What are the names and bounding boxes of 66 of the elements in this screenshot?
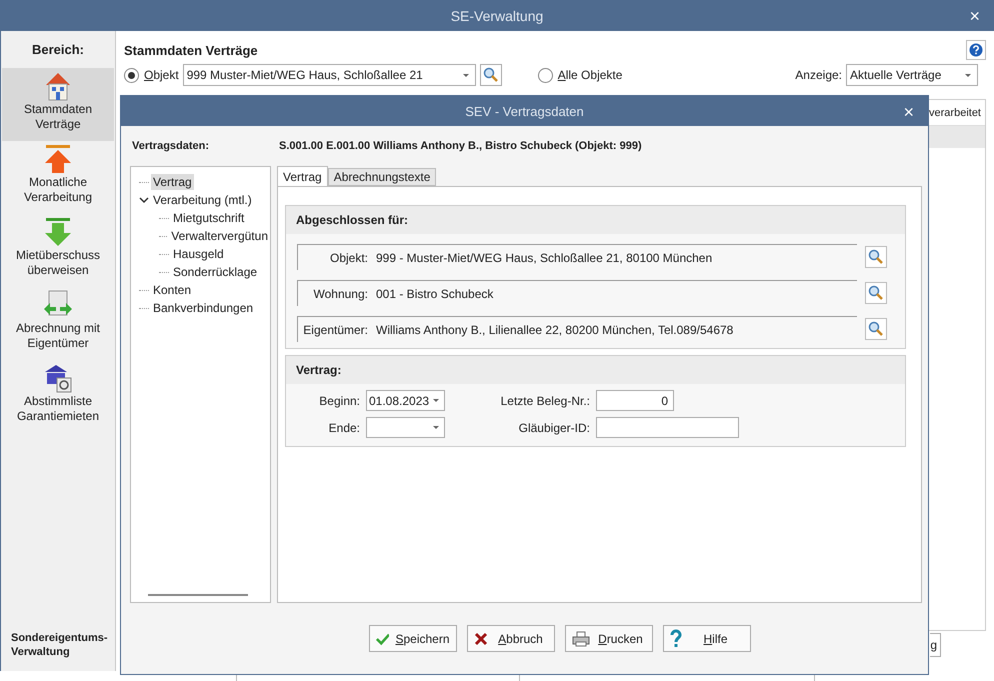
column-header: verarbeitet xyxy=(929,106,982,118)
date-field[interactable]: 01.08.2023 xyxy=(366,390,445,411)
field-label: Letzte Beleg-Nr.: xyxy=(500,394,591,408)
radio-button[interactable]: Alle Objekte xyxy=(538,68,622,82)
search-icon xyxy=(482,67,499,83)
record-title: S.001.00 E.001.00 Williams Anthony B., Bistro Schubeck (Objekt: 999) xyxy=(279,140,642,152)
printer-icon xyxy=(572,630,590,646)
help-button[interactable] xyxy=(966,40,986,60)
field-label: Beginn: xyxy=(318,394,361,408)
partial-button[interactable]: g xyxy=(930,633,941,657)
dialog-button[interactable]: Hilfe xyxy=(662,625,750,652)
search-icon xyxy=(868,321,884,337)
tree-item[interactable]: Hausgeld xyxy=(171,246,226,262)
tree-item[interactable]: Bankverbindungen xyxy=(151,300,256,316)
tree-item[interactable]: Mietgutschrift xyxy=(171,210,246,226)
tree-item[interactable]: Konten xyxy=(151,282,194,298)
tab[interactable]: Vertrag xyxy=(277,166,328,186)
tree-item[interactable]: Vertrag xyxy=(151,174,194,190)
sidebar-item[interactable]: Mietüberschuss überweisen xyxy=(2,214,114,287)
tree-item[interactable]: Verarbeitung (mtl.) xyxy=(151,192,254,208)
tree-item[interactable]: Verwaltervergütun xyxy=(169,228,270,244)
search-button[interactable] xyxy=(480,64,502,86)
help-icon xyxy=(670,628,682,648)
dialog-button[interactable]: Drucken xyxy=(564,625,652,652)
tree-item[interactable]: Sonderrücklage xyxy=(171,264,260,280)
group-title: Abgeschlossen für: xyxy=(286,206,905,234)
search-button[interactable] xyxy=(865,318,887,340)
search-button[interactable] xyxy=(865,246,887,268)
sidebar-item[interactable]: Monatliche Verarbeitung xyxy=(2,141,114,214)
field-label: Eigentümer: xyxy=(302,322,368,336)
dialog-button[interactable]: Abbruch xyxy=(466,625,554,652)
display-combo[interactable]: Aktuelle Verträge xyxy=(846,64,978,86)
sidebar-footer: Sondereigentums-Verwaltung xyxy=(1,631,115,671)
chevron-icon[interactable] xyxy=(139,196,149,204)
field-label: Wohnung: xyxy=(312,286,368,300)
sidebar-item[interactable]: Abrechnung mit Eigentümer xyxy=(2,287,114,360)
help-icon xyxy=(969,43,983,57)
dialog-button[interactable]: Speichern xyxy=(368,625,456,652)
section-label: Vertragsdaten: xyxy=(131,140,210,152)
check-icon xyxy=(376,632,390,646)
sidebar-heading: Bereich: xyxy=(30,41,86,59)
field-value: Williams Anthony B., Lilienallee 22, 80200 München, Tel.089/54678 xyxy=(376,322,734,336)
display-label: Anzeige: xyxy=(795,68,842,82)
group-title: Vertrag: xyxy=(286,356,905,384)
dialog-title: SEV - Vertragsdaten xyxy=(465,104,584,118)
close-button[interactable]: × xyxy=(969,6,980,27)
date-field[interactable] xyxy=(366,417,445,438)
radio-button[interactable]: Objekt xyxy=(124,68,179,82)
window-title: SE-Verwaltung xyxy=(450,8,544,24)
input-field[interactable] xyxy=(596,417,739,438)
field-label: Objekt: xyxy=(328,250,368,264)
sidebar-item[interactable]: Abstimmliste Garantiemieten xyxy=(2,360,114,433)
search-button[interactable] xyxy=(865,282,887,304)
field-value: 999 - Muster-Miet/WEG Haus, Schloßallee 21, 80100 München xyxy=(376,250,712,264)
object-combo[interactable]: 999 Muster-Miet/WEG Haus, Schloßallee 21 xyxy=(182,64,476,86)
search-icon xyxy=(868,285,884,301)
sidebar-item[interactable]: Stammdaten Verträge xyxy=(2,68,114,141)
field-label: Gläubiger-ID: xyxy=(518,420,591,434)
input-field[interactable]: 0 xyxy=(596,390,674,411)
page-title: Stammdaten Verträge xyxy=(124,42,258,58)
close-icon xyxy=(474,632,488,646)
close-button[interactable]: × xyxy=(903,102,914,123)
search-icon xyxy=(868,249,884,265)
field-label: Ende: xyxy=(328,420,361,434)
tab[interactable]: Abrechnungstexte xyxy=(328,168,436,186)
field-value: 001 - Bistro Schubeck xyxy=(376,286,494,300)
